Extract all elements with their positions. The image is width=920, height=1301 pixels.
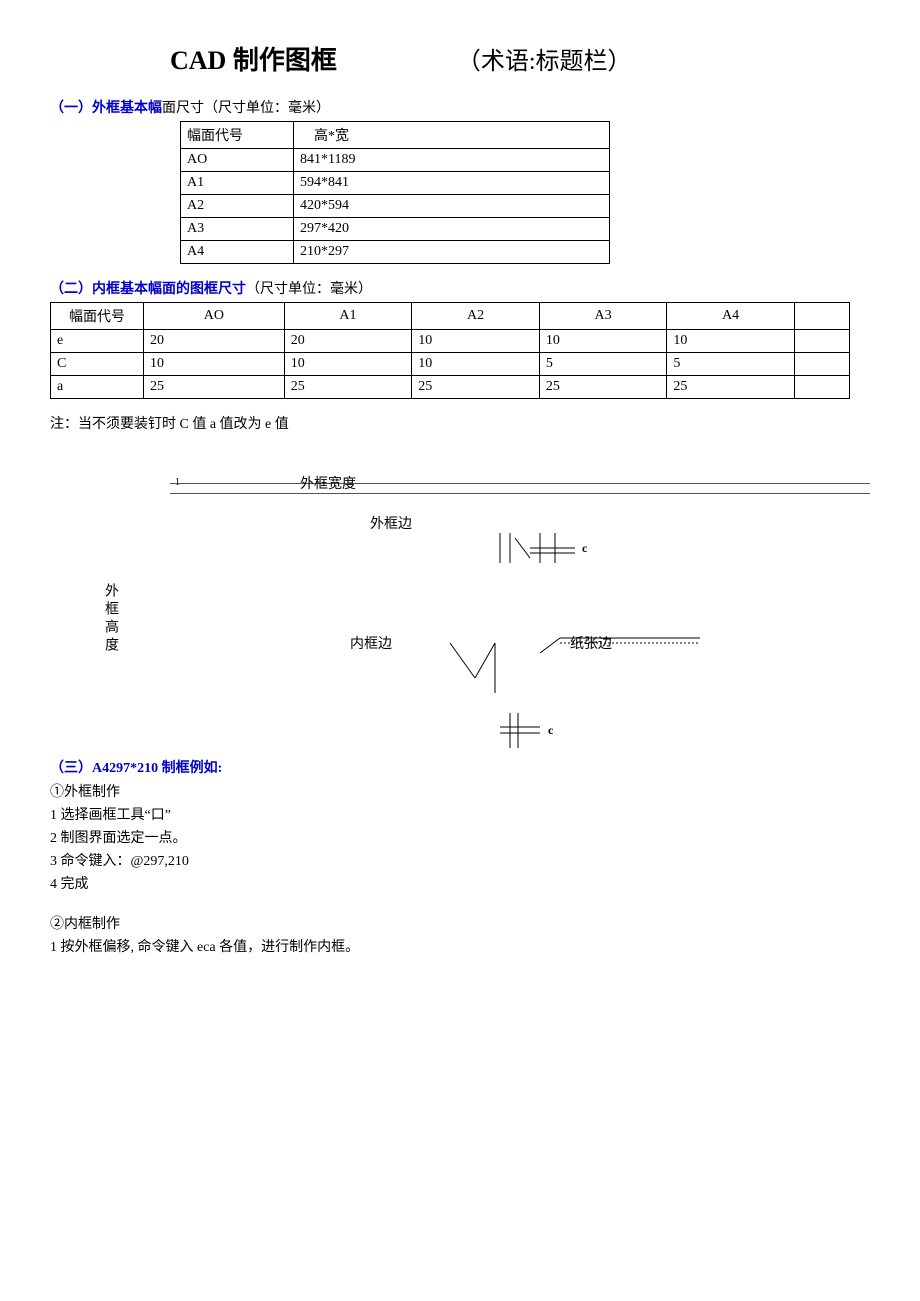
cell: A4 [667,303,795,330]
table-row: A2420*594 [181,195,610,218]
cell: 594*841 [294,172,610,195]
step-line: 4 完成 [50,873,870,893]
table-row: 幅面代号 AO A1 A2 A3 A4 [51,303,850,330]
step-line: 1 选择画框工具“口” [50,804,870,824]
table-row: 幅面代号 高*宽 [181,122,610,149]
step-line: ②内框制作 [50,913,870,933]
diagram-c-label-2: c [548,723,553,738]
cell: 25 [539,376,667,399]
table-row: e 20 20 10 10 10 [51,330,850,353]
cell: AO [181,149,294,172]
cell: 25 [412,376,540,399]
diagram-area: 1 外框宽度 外框边 c 外框高度 内框边 纸张边 c [50,463,870,743]
diagram-inner-side: 内框边 [350,633,392,653]
table-row: A1594*841 [181,172,610,195]
section2-head: （二）内框基本幅面的图框尺寸（尺寸单位：毫米） [50,278,870,298]
cell: 5 [667,353,795,376]
diagram-line-icon [170,493,870,494]
cell: C [51,353,144,376]
section2-blue: （二）内框基本幅面的图框尺寸 [50,282,246,297]
cell: 20 [144,330,285,353]
diagram-outer-height: 外框高度 [100,583,120,655]
table-row: A4210*297 [181,241,610,264]
cell: 10 [667,330,795,353]
cell: 841*1189 [294,149,610,172]
section3-blue: （三）A4297*210 制框例如: [50,761,222,776]
table-row: AO841*1189 [181,149,610,172]
cell [794,330,849,353]
cell: 5 [539,353,667,376]
cell [794,376,849,399]
cell: A3 [181,218,294,241]
diagram-outer-width: 外框宽度 [300,473,356,493]
cell: A2 [412,303,540,330]
angle-mark-icon [450,643,510,693]
section1-blue: （一）外框基本幅 [50,101,162,116]
cell: 25 [667,376,795,399]
table-row: A3297*420 [181,218,610,241]
section1-head: （一）外框基本幅面尺寸（尺寸单位：毫米） [50,97,870,117]
diagram-c-label: c [582,541,587,556]
cell: e [51,330,144,353]
section1-black: 面尺寸（尺寸单位：毫米） [162,101,330,116]
note-text: 注：当不须要装钉时 C 值 a 值改为 e 值 [50,413,870,433]
th-size: 高*宽 [294,122,610,149]
cell: A2 [181,195,294,218]
paper-line-icon [540,638,700,658]
cell: AO [144,303,285,330]
title-main: CAD 制作图框 [170,40,337,77]
cell: a [51,376,144,399]
cell: 10 [144,353,285,376]
cell: 25 [144,376,285,399]
cell: 20 [284,330,412,353]
step-line: 3 命令键入：@297,210 [50,850,870,870]
diagram-line-icon [170,483,870,484]
cell: 420*594 [294,195,610,218]
section3-head: （三）A4297*210 制框例如: [50,757,870,777]
cell: 297*420 [294,218,610,241]
dimension-mark-icon [500,533,620,573]
cell: 10 [412,353,540,376]
section2-black: （尺寸单位：毫米） [246,282,372,297]
table-outer-sizes: 幅面代号 高*宽 AO841*1189 A1594*841 A2420*594 … [180,121,610,264]
blank-line [50,896,870,910]
cell: 10 [539,330,667,353]
cell: 210*297 [294,241,610,264]
cell: A3 [539,303,667,330]
table-inner-sizes: 幅面代号 AO A1 A2 A3 A4 e 20 20 10 10 10 C 1… [50,302,850,399]
cell: 幅面代号 [51,303,144,330]
step-line: 2 制图界面选定一点。 [50,827,870,847]
th-code: 幅面代号 [181,122,294,149]
title-row: CAD 制作图框 （术语:标题栏） [50,40,870,77]
cell: A4 [181,241,294,264]
step-line: 1 按外框偏移, 命令键入 eca 各值，进行制作内框。 [50,936,870,956]
cell: A1 [181,172,294,195]
cell: 10 [412,330,540,353]
title-sub: （术语:标题栏） [457,41,632,76]
step-line: ①外框制作 [50,781,870,801]
diagram-outer-side: 外框边 [370,513,412,533]
cell [794,303,849,330]
table-row: a 25 25 25 25 25 [51,376,850,399]
cell: 25 [284,376,412,399]
table-row: C 10 10 10 5 5 [51,353,850,376]
cell [794,353,849,376]
cell: 10 [284,353,412,376]
cell: A1 [284,303,412,330]
